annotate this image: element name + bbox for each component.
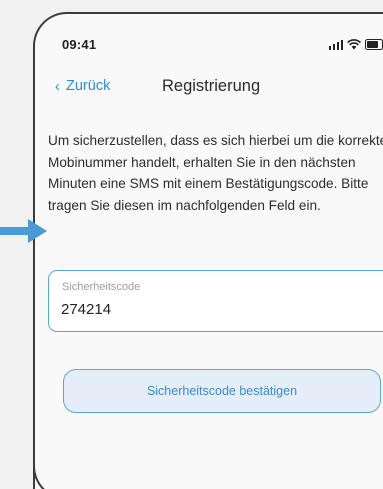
status-icons — [328, 39, 383, 50]
phone-frame-bottom — [33, 420, 93, 489]
security-code-label: Sicherheitscode — [62, 281, 141, 293]
status-bar: 09:41 — [62, 37, 383, 55]
page-title: Registrierung — [162, 77, 261, 95]
security-code-field[interactable]: Sicherheitscode — [48, 270, 383, 332]
signal-icon — [328, 40, 343, 50]
instructions-text: Um sicherzustellen, dass es sich hierbei… — [48, 133, 383, 213]
screenshot-stage: 09:41 ‹ Zurück Registrierung Um sicherzu… — [0, 0, 383, 489]
chevron-left-icon: ‹ — [55, 77, 60, 95]
confirm-security-code-button[interactable]: Sicherheitscode bestätigen — [63, 369, 381, 413]
battery-icon — [365, 39, 383, 50]
security-code-input[interactable] — [61, 301, 321, 318]
back-button-label: Zurück — [66, 78, 111, 94]
status-time: 09:41 — [62, 37, 97, 52]
arrow-right-icon — [0, 219, 47, 243]
back-button[interactable]: ‹ Zurück — [55, 78, 110, 94]
wifi-icon — [347, 39, 361, 50]
navigation-bar: ‹ Zurück Registrierung — [55, 77, 383, 100]
